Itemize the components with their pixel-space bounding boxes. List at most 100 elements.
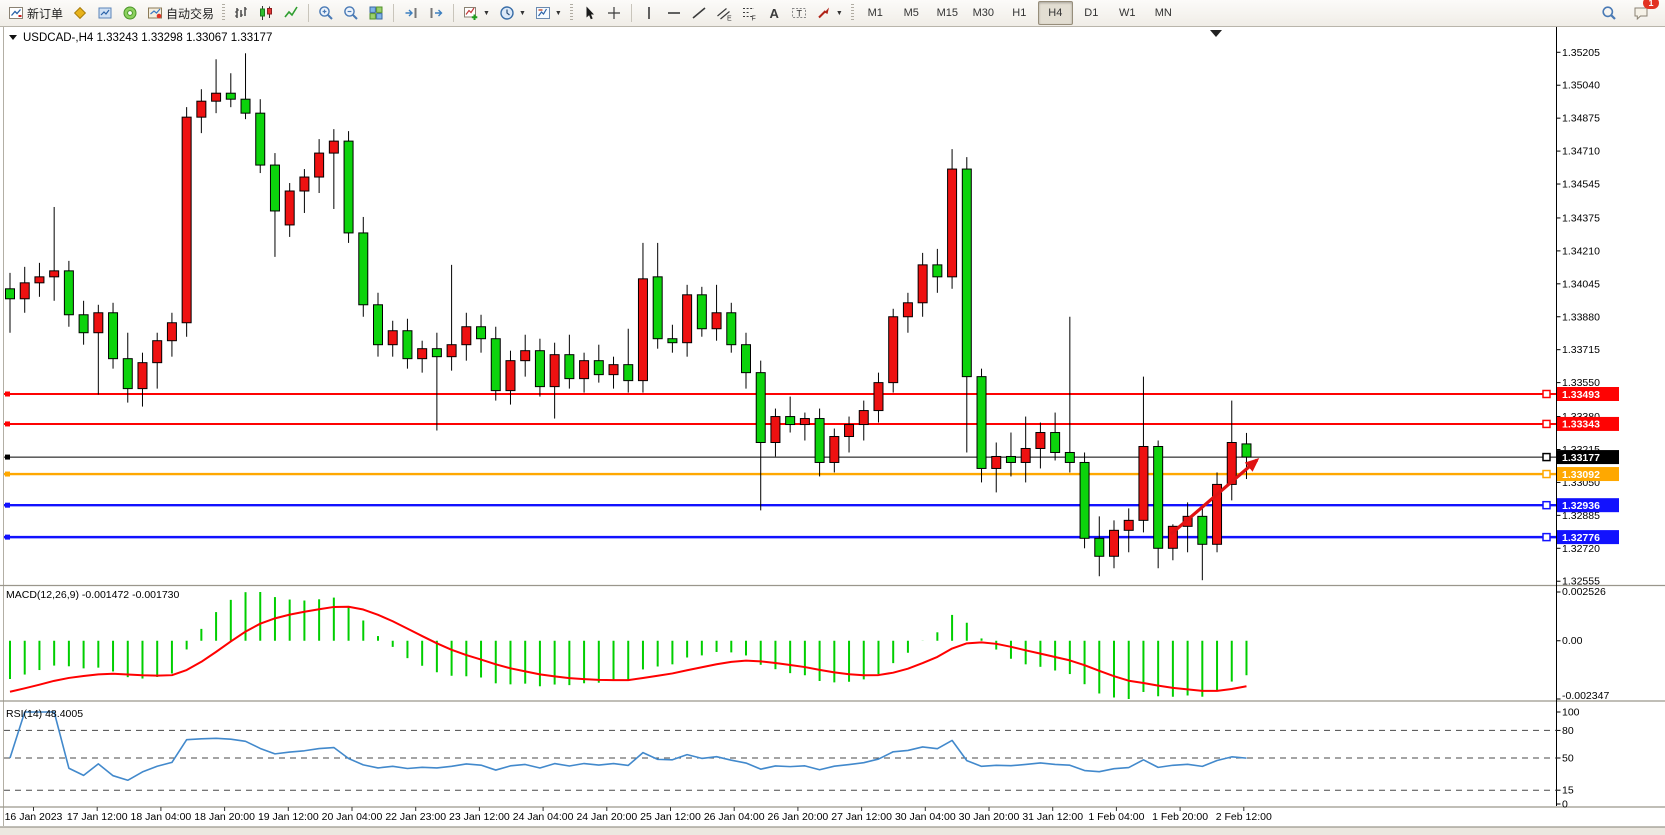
arrows-button[interactable]: ▼ [812,1,847,25]
candle-body-up [153,341,162,363]
hline-right-handle[interactable] [1543,454,1550,461]
candle-body-down [491,339,500,391]
candle-body-up [712,313,721,329]
candle-body-down [786,417,795,425]
hline-right-handle[interactable] [1543,534,1550,541]
price-badge: 1.33493 [1557,387,1619,401]
hline-left-handle[interactable] [5,421,10,426]
candle-body-down [1051,433,1060,453]
time-axis-label: 16 Jan 2023 [5,811,63,823]
timeframe-button-m15-label: M15 [937,7,958,19]
candle [109,303,118,369]
time-axis-label: 18 Jan 04:00 [131,811,192,823]
timeframe-button-m5-label: M5 [904,7,919,19]
chart-shift-button[interactable] [424,1,448,25]
horizontal-line-button[interactable] [662,1,686,25]
signal-button[interactable] [118,1,142,25]
arrows-icon [816,5,832,21]
text-label-button[interactable]: T [787,1,811,25]
timeframe-button-h4[interactable]: H4 [1038,1,1073,25]
timeframe-button-m5[interactable]: M5 [894,1,929,25]
candle [182,107,191,337]
text-button[interactable]: A [762,1,786,25]
notification-count-badge: 1 [1643,0,1659,9]
add-indicator-button[interactable]: ▼ [459,1,494,25]
cursor-button[interactable] [577,1,601,25]
zoom-out-button[interactable] [339,1,363,25]
time-axis-label: 24 Jan 04:00 [513,811,574,823]
rsi-axis-label: 50 [1562,753,1574,765]
hline-left-handle[interactable] [5,392,10,397]
new-order-icon [8,5,24,21]
bars-chart-button[interactable] [229,1,253,25]
candle-body-down [815,419,824,463]
timeframe-button-d1[interactable]: D1 [1074,1,1109,25]
vertical-line-icon [641,5,657,21]
chart-profile-button[interactable] [93,1,117,25]
candle-body-up [874,383,883,411]
rsi-label: RSI(14) 48.4005 [6,708,83,720]
svg-text:1.33493: 1.33493 [1562,389,1600,401]
svg-text:1.33092: 1.33092 [1562,469,1600,481]
timeframe-button-mn[interactable]: MN [1146,1,1181,25]
candle-body-up [388,331,397,345]
hline-right-handle[interactable] [1543,420,1550,427]
hline-left-handle[interactable] [5,503,10,508]
timeframe-button-w1[interactable]: W1 [1110,1,1145,25]
timeframe-button-h4-label: H4 [1048,7,1062,19]
hline-left-handle[interactable] [5,535,10,540]
toolbar-grip [851,4,854,22]
autotrading-button[interactable]: 自动交易 [143,1,218,25]
candle-body-down [432,349,441,357]
candle-body-down [1006,456,1015,462]
candle-body-down [535,351,544,387]
timeframe-button-m15[interactable]: M15 [930,1,965,25]
hline-left-handle[interactable] [5,472,10,477]
new-order-button[interactable]: 新订单 [4,1,67,25]
zoom-in-button[interactable] [314,1,338,25]
auto-scroll-button[interactable] [399,1,423,25]
candle-body-down [624,365,633,381]
candlestick-chart-button[interactable] [254,1,278,25]
toolbar-grip [570,4,573,22]
candle-body-down [477,327,486,339]
hline-right-handle[interactable] [1543,502,1550,509]
timeframe-button-h1[interactable]: H1 [1002,1,1037,25]
hline-left-handle[interactable] [5,455,10,460]
fibonacci-button[interactable]: F [737,1,761,25]
candle-body-down [594,361,603,375]
time-axis-label: 1 Feb 20:00 [1152,811,1208,823]
svg-text:1.32936: 1.32936 [1562,500,1600,512]
price-axis-label: 1.33880 [1562,311,1600,323]
price-badge: 1.33092 [1557,467,1619,481]
candle-body-up [285,191,294,225]
vertical-line-button[interactable] [637,1,661,25]
equidistant-channel-button[interactable]: E [712,1,736,25]
crosshair-button[interactable] [602,1,626,25]
hline-right-handle[interactable] [1543,471,1550,478]
time-axis-label: 31 Jan 12:00 [1022,811,1083,823]
community-chat-button[interactable]: 1 [1629,1,1653,25]
templates-button[interactable]: ▼ [531,1,566,25]
search-button[interactable] [1597,1,1621,25]
line-chart-button[interactable] [279,1,303,25]
price-badge: 1.32936 [1557,498,1619,512]
timeframe-button-m30[interactable]: M30 [966,1,1001,25]
periods-button[interactable]: ▼ [495,1,530,25]
trendline-icon [691,5,707,21]
candlestick-chart-icon [258,5,274,21]
hline-right-handle[interactable] [1543,391,1550,398]
tile-windows-icon [368,5,384,21]
candle-body-down [1080,462,1089,538]
candle-body-down [6,289,15,299]
gold-widget-button[interactable] [68,1,92,25]
add-indicator-icon [463,5,479,21]
chart-window[interactable]: 1.352051.350401.348751.347101.345451.343… [0,0,1665,835]
timeframe-button-w1-label: W1 [1119,7,1136,19]
candle-body-down [241,99,250,113]
horizontal-line-icon [666,5,682,21]
timeframe-button-m1[interactable]: M1 [858,1,893,25]
chart-profile-icon [97,5,113,21]
tile-windows-button[interactable] [364,1,388,25]
trendline-button[interactable] [687,1,711,25]
